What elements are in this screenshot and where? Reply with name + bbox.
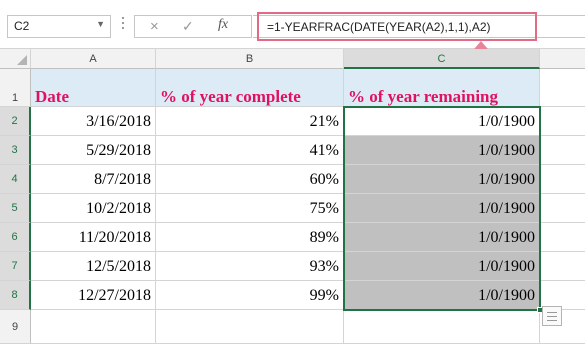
cell-b6[interactable]: 89% xyxy=(156,223,344,252)
cell-c1[interactable]: % of year remaining xyxy=(344,69,540,107)
drag-handle-icon[interactable] xyxy=(121,14,125,38)
row-header-7[interactable]: 7 xyxy=(0,252,31,281)
cell-b1[interactable]: % of year complete xyxy=(156,69,344,107)
cell-b8[interactable]: 99% xyxy=(156,281,344,310)
cell-b3[interactable]: 41% xyxy=(156,136,344,165)
cell-b9[interactable] xyxy=(156,310,344,344)
enter-icon[interactable]: ✓ xyxy=(182,18,194,35)
row-header-2[interactable]: 2 xyxy=(0,107,31,136)
cell-a7[interactable]: 12/5/2018 xyxy=(31,252,156,281)
cell-d4[interactable] xyxy=(540,165,585,194)
cell-a4[interactable]: 8/7/2018 xyxy=(31,165,156,194)
cell-b7[interactable]: 93% xyxy=(156,252,344,281)
name-box-value: C2 xyxy=(14,19,30,33)
cell-d7[interactable] xyxy=(540,252,585,281)
quick-analysis-icon[interactable] xyxy=(542,306,562,326)
cell-a6[interactable]: 11/20/2018 xyxy=(31,223,156,252)
cell-d3[interactable] xyxy=(540,136,585,165)
chevron-down-icon[interactable]: ▼ xyxy=(96,19,105,29)
row-header-9[interactable]: 9 xyxy=(0,310,31,344)
row-header-4[interactable]: 4 xyxy=(0,165,31,194)
selection-range-border xyxy=(343,106,541,311)
select-all-corner[interactable] xyxy=(0,49,31,69)
column-header-c[interactable]: C xyxy=(344,49,540,69)
row-header-8[interactable]: 8 xyxy=(0,281,31,310)
row-header-3[interactable]: 3 xyxy=(0,136,31,165)
cell-c9[interactable] xyxy=(344,310,540,344)
row-header-5[interactable]: 5 xyxy=(0,194,31,223)
cell-a2[interactable]: 3/16/2018 xyxy=(31,107,156,136)
formula-buttons: × ✓ fx xyxy=(134,15,252,38)
cell-d6[interactable] xyxy=(540,223,585,252)
cell-a8[interactable]: 12/27/2018 xyxy=(31,281,156,310)
column-header-empty xyxy=(540,49,585,69)
cell-b5[interactable]: 75% xyxy=(156,194,344,223)
cell-d1[interactable] xyxy=(540,69,585,107)
cancel-icon[interactable]: × xyxy=(150,18,159,35)
cell-b4[interactable]: 60% xyxy=(156,165,344,194)
cell-a3[interactable]: 5/29/2018 xyxy=(31,136,156,165)
cell-b2[interactable]: 21% xyxy=(156,107,344,136)
cell-a9[interactable] xyxy=(31,310,156,344)
cell-a1[interactable]: Date xyxy=(31,69,156,107)
formula-bar: C2 ▼ × ✓ fx =1-YEARFRAC(DATE(YEAR(A2),1,… xyxy=(0,0,585,49)
insert-function-icon[interactable]: fx xyxy=(218,17,228,33)
row-header-6[interactable]: 6 xyxy=(0,223,31,252)
row-header-1[interactable]: 1 xyxy=(0,69,31,107)
cell-d5[interactable] xyxy=(540,194,585,223)
column-header-b[interactable]: B xyxy=(156,49,344,69)
column-header-a[interactable]: A xyxy=(31,49,156,69)
cell-a5[interactable]: 10/2/2018 xyxy=(31,194,156,223)
cell-d2[interactable] xyxy=(540,107,585,136)
name-box[interactable]: C2 ▼ xyxy=(7,15,111,38)
formula-highlight-box xyxy=(257,12,537,41)
